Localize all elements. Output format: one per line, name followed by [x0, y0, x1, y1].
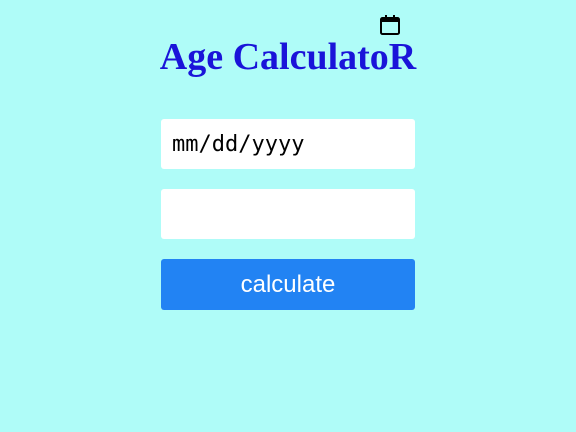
- date-input-placeholder: mm/dd/yyyy: [172, 132, 305, 157]
- calendar-icon[interactable]: [379, 14, 401, 36]
- calculate-button[interactable]: calculate: [161, 259, 415, 310]
- page-title: Age CalculatoR: [159, 36, 417, 78]
- result-field[interactable]: [161, 189, 415, 239]
- date-input[interactable]: mm/dd/yyyy: [161, 119, 415, 169]
